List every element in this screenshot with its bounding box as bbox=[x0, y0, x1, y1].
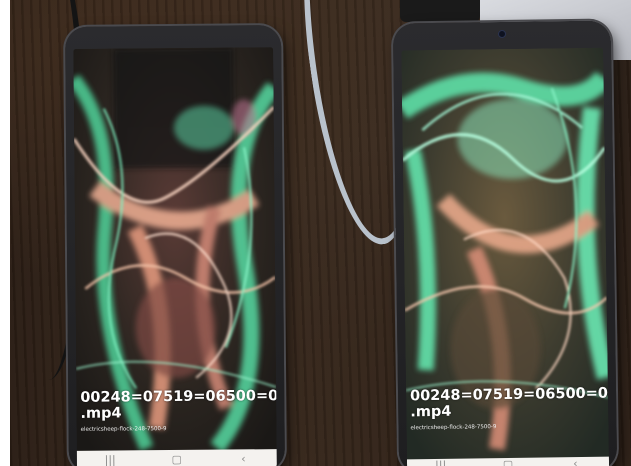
phone-right: 00248=07519=06500=07428 .mp4 electricshe… bbox=[392, 20, 618, 466]
phone-right-screen: 00248=07519=06500=07428 .mp4 electricshe… bbox=[401, 47, 610, 466]
video-filename-line1: 00248=07519=06500=07428 bbox=[409, 385, 610, 405]
recents-icon[interactable]: ||| bbox=[100, 453, 120, 466]
home-icon[interactable]: ▢ bbox=[167, 452, 187, 465]
home-icon[interactable]: ▢ bbox=[498, 457, 518, 466]
device-top-center bbox=[400, 0, 480, 22]
back-icon[interactable]: ‹ bbox=[233, 452, 253, 465]
front-camera bbox=[498, 30, 506, 38]
back-icon[interactable]: ‹ bbox=[565, 456, 585, 466]
video-filename: 00248=07519=06500=07428 .mp4 bbox=[410, 385, 609, 420]
video-filename: 00248=07519=06500=07428 .mp4 bbox=[80, 388, 277, 422]
photo: 00248=07519=06500=07428 .mp4 electricshe… bbox=[10, 0, 631, 466]
video-filename-line2: .mp4 bbox=[80, 405, 122, 422]
recents-icon[interactable]: ||| bbox=[431, 458, 451, 466]
video-filename-line1: 00248=07519=06500=07428 bbox=[80, 387, 277, 406]
phone-left: 00248=07519=06500=07428 .mp4 electricshe… bbox=[65, 25, 285, 466]
phone-left-screen: 00248=07519=06500=07428 .mp4 electricshe… bbox=[73, 47, 277, 466]
video-filename-line2: .mp4 bbox=[410, 403, 452, 421]
android-navbar: ||| ▢ ‹ bbox=[406, 456, 610, 466]
android-navbar: ||| ▢ ‹ bbox=[76, 449, 277, 466]
video-subtitle: electricsheep-flock-248-7500-9 bbox=[410, 424, 497, 432]
video-subtitle: electricsheep-flock-248-7500-9 bbox=[80, 426, 167, 433]
